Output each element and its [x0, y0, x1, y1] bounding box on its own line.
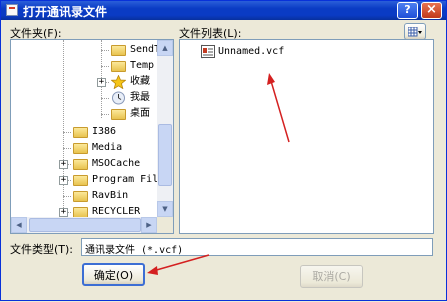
annotation-arrow-ok — [147, 254, 210, 275]
folder-icon — [73, 159, 88, 170]
close-button[interactable]: × — [421, 2, 442, 19]
scroll-up-button[interactable]: ▲ — [157, 40, 173, 56]
tree-connector — [63, 132, 71, 133]
open-contacts-dialog: 打开通讯录文件 ? × 文件夹(F): 文件列表(L): SendT Temp + 收… — [0, 0, 447, 301]
dialog-title: 打开通讯录文件 — [23, 5, 108, 19]
title-bar[interactable]: 打开通讯录文件 ? × — [1, 1, 446, 20]
tree-item-label: I386 — [92, 126, 117, 137]
tree-connector — [63, 148, 71, 149]
scroll-down-button[interactable]: ▼ — [157, 201, 173, 217]
help-button[interactable]: ? — [397, 2, 418, 19]
tree-item-label: RavBin — [92, 190, 129, 201]
tree-connector — [101, 50, 109, 51]
recent-icon — [112, 91, 125, 105]
tree-item-label: 我最 — [130, 92, 150, 103]
folder-icon — [111, 45, 126, 56]
tree-connector — [63, 196, 71, 197]
file-type-label: 文件类型(T): — [10, 243, 74, 256]
tree-vertical-scrollbar[interactable]: ▲ ▼ — [157, 40, 173, 217]
file-type-select[interactable]: 通讯录文件 (*.vcf) — [81, 238, 433, 256]
tree-item-label: MSOCache — [92, 158, 141, 169]
vcard-file-icon — [201, 45, 215, 58]
folder-icon — [111, 109, 126, 120]
file-type-value: 通讯录文件 (*.vcf) — [85, 245, 184, 256]
tree-connector — [101, 98, 109, 99]
ok-button[interactable]: 确定(O) — [82, 263, 145, 286]
folder-icon — [73, 143, 88, 154]
folder-tree[interactable]: SendT Temp + 收藏我最桌面 I386 Media + MSOCache + Progr… — [10, 39, 174, 234]
folder-icon — [111, 61, 126, 72]
tree-horizontal-scrollbar[interactable]: ◀ ▶ — [11, 217, 157, 233]
folder-icon — [73, 175, 88, 186]
file-item[interactable]: Unnamed.vcf — [201, 44, 284, 59]
scrollbar-corner — [157, 217, 173, 233]
scroll-left-button[interactable]: ◀ — [11, 217, 27, 233]
tree-connector — [101, 66, 109, 67]
folder-icon — [73, 127, 88, 138]
file-list[interactable]: Unnamed.vcf — [179, 39, 434, 234]
tree-item-label: 收藏 — [130, 76, 150, 87]
tree-connector — [101, 114, 109, 115]
tree-item-label: Temp — [130, 60, 155, 71]
horizontal-scroll-thumb[interactable] — [29, 218, 141, 232]
tree-item-label: Program Fil — [92, 174, 159, 185]
tree-item-label: SendT — [130, 44, 161, 55]
expand-icon[interactable]: + — [97, 78, 106, 87]
tree-item-label: 桌面 — [130, 108, 150, 119]
folder-icon — [73, 191, 88, 202]
scroll-thumb[interactable] — [158, 124, 172, 186]
tree-item-label: Media — [92, 142, 123, 153]
star-folder-icon — [111, 75, 126, 89]
expand-icon[interactable]: + — [59, 208, 68, 217]
tree-connector — [63, 40, 64, 216]
view-menu-icon — [407, 26, 422, 36]
expand-icon[interactable]: + — [59, 160, 68, 169]
cancel-button[interactable]: 取消(C) — [300, 265, 363, 288]
dialog-icon — [6, 4, 18, 16]
expand-icon[interactable]: + — [59, 176, 68, 185]
view-menu-button[interactable] — [404, 23, 426, 40]
scroll-right-button[interactable]: ▶ — [141, 217, 157, 233]
file-name: Unnamed.vcf — [218, 46, 285, 57]
